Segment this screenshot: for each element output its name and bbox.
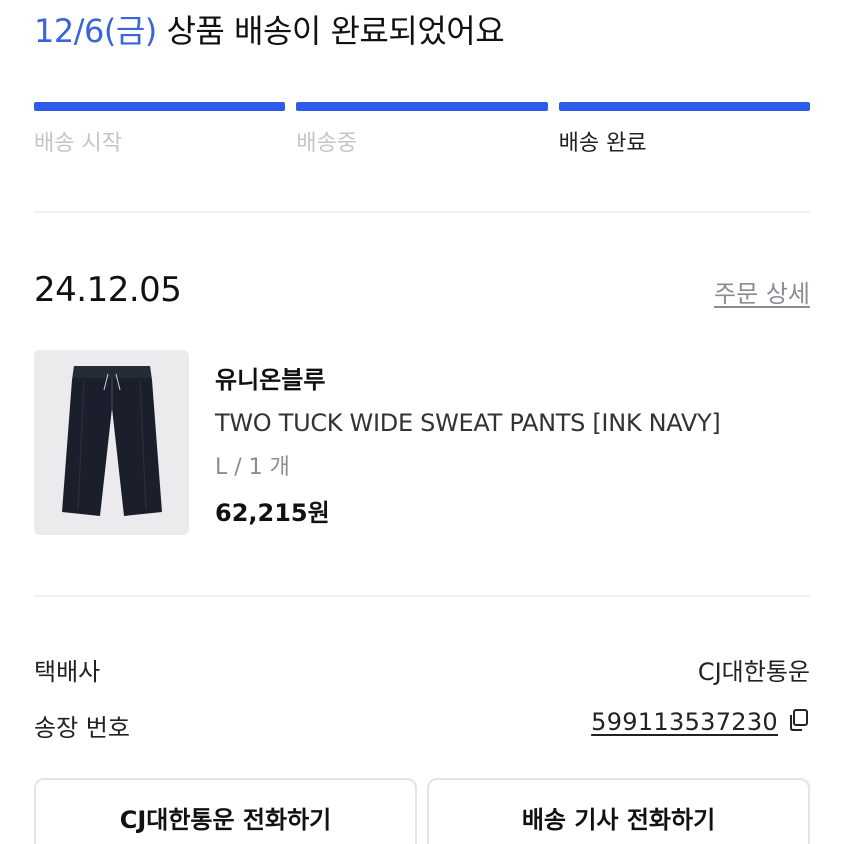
order-detail-link[interactable]: 주문 상세 <box>714 274 810 309</box>
progress-step-start: 배송 시작 <box>34 102 286 157</box>
product-price: 62,215원 <box>215 499 330 527</box>
divider <box>34 595 810 597</box>
delivery-date: 12/6(금) <box>34 12 157 50</box>
delivery-status-message: 상품 배송이 완료되었어요 <box>166 12 505 50</box>
carrier-label: 택배사 <box>34 658 101 686</box>
call-driver-button[interactable]: 배송 기사 전화하기 <box>427 778 810 844</box>
tracking-number[interactable]: 599113537230 <box>591 708 778 736</box>
delivery-progress: 배송 시작 배송중 배송 완료 <box>34 102 810 157</box>
progress-step-label: 배송중 <box>296 131 358 156</box>
product-info: 유니온블루 TWO TUCK WIDE SWEAT PANTS [INK NAV… <box>215 360 721 528</box>
copy-icon[interactable] <box>788 708 810 736</box>
pants-icon <box>62 366 162 516</box>
progress-step-in-transit: 배송중 <box>296 102 548 157</box>
divider <box>34 211 810 213</box>
product-option: L / 1 개 <box>215 455 290 480</box>
order-date: 24.12.05 <box>34 270 182 310</box>
progress-step-label: 배송 완료 <box>558 131 647 156</box>
product-brand: 유니온블루 <box>215 366 326 394</box>
tracking-label: 송장 번호 <box>34 714 130 742</box>
tracking-number-group[interactable]: 599113537230 <box>591 708 810 736</box>
product-name[interactable]: TWO TUCK WIDE SWEAT PANTS [INK NAVY] <box>215 409 721 437</box>
progress-bar <box>296 102 548 111</box>
call-carrier-button[interactable]: CJ대한통운 전화하기 <box>34 778 417 844</box>
progress-step-label: 배송 시작 <box>34 131 122 156</box>
carrier-value: CJ대한통운 <box>697 658 810 686</box>
page-title: 12/6(금) 상품 배송이 완료되었어요 <box>34 6 505 52</box>
progress-bar <box>34 102 286 111</box>
progress-step-complete: 배송 완료 <box>558 102 810 157</box>
progress-bar <box>558 102 810 111</box>
product-thumbnail[interactable] <box>34 350 189 535</box>
